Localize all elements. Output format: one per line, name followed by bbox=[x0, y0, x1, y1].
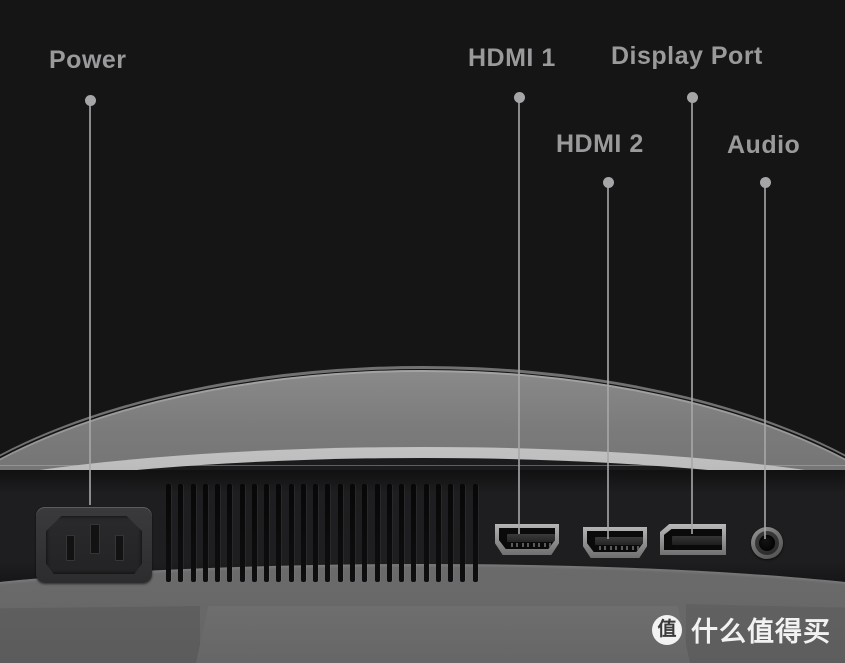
callout-label-hdmi-2: HDMI 2 bbox=[556, 130, 644, 158]
stand-neck bbox=[196, 606, 690, 663]
vent-slat bbox=[460, 484, 466, 582]
vent-slat bbox=[215, 484, 221, 582]
vent-slat bbox=[435, 484, 441, 582]
displayport-port bbox=[660, 524, 726, 555]
hdmi-1-opening bbox=[499, 528, 555, 549]
displayport-opening bbox=[664, 529, 722, 550]
vent-slat bbox=[178, 484, 184, 582]
vent-slat bbox=[399, 484, 405, 582]
power-pin-right bbox=[115, 535, 124, 561]
vent-slat bbox=[166, 484, 171, 582]
hdmi-1-port bbox=[495, 524, 559, 555]
vent-slat bbox=[374, 484, 380, 582]
vent-slat bbox=[300, 484, 306, 582]
vent-slat bbox=[337, 484, 343, 582]
hdmi-2-opening bbox=[587, 531, 643, 552]
power-pin-left bbox=[66, 535, 75, 561]
vent-slat bbox=[190, 484, 196, 582]
watermark-text: 什么值得买 bbox=[691, 617, 831, 648]
vent-slat bbox=[288, 484, 294, 582]
callout-line-hdmi-2 bbox=[607, 187, 609, 539]
hdmi-2-port bbox=[583, 527, 647, 558]
vent-slat bbox=[362, 484, 368, 582]
ventilation-grille bbox=[166, 484, 478, 582]
audio-jack-port bbox=[751, 527, 783, 559]
vent-slat bbox=[448, 484, 454, 582]
callout-label-display-port: Display Port bbox=[611, 42, 763, 70]
product-photo-callout-diagram: Power HDMI 1 HDMI 2 Display Port Audio 值… bbox=[0, 0, 845, 663]
callout-label-power: Power bbox=[49, 46, 127, 74]
callout-line-audio bbox=[764, 187, 766, 539]
audio-jack-hole bbox=[759, 535, 775, 551]
vent-slat bbox=[264, 484, 270, 582]
callout-line-power bbox=[89, 105, 91, 505]
hdmi-2-tongue bbox=[595, 537, 643, 545]
vent-slat bbox=[472, 484, 478, 582]
vent-slat bbox=[349, 484, 355, 582]
vent-slat bbox=[276, 484, 282, 582]
image-seam-line bbox=[0, 465, 845, 466]
vent-slat bbox=[227, 484, 233, 582]
vent-slat bbox=[386, 484, 392, 582]
stand-left-wing bbox=[0, 606, 200, 663]
power-pin-center bbox=[90, 524, 100, 554]
vent-slat bbox=[251, 484, 257, 582]
callout-label-audio: Audio bbox=[727, 131, 801, 159]
power-socket bbox=[36, 507, 152, 583]
vent-slat bbox=[313, 484, 319, 582]
hdmi-1-tongue bbox=[507, 534, 555, 542]
callout-label-hdmi-1: HDMI 1 bbox=[468, 44, 556, 72]
hdmi-1-pins bbox=[511, 543, 551, 547]
watermark-badge-icon: 值 bbox=[652, 614, 682, 645]
displayport-tongue bbox=[672, 536, 722, 545]
vent-slat bbox=[411, 484, 417, 582]
vent-slat bbox=[202, 484, 208, 582]
vent-slat bbox=[239, 484, 245, 582]
vent-slat bbox=[423, 484, 429, 582]
callout-line-display-port bbox=[691, 102, 693, 534]
hdmi-2-pins bbox=[599, 546, 639, 550]
callout-line-hdmi-1 bbox=[518, 102, 520, 534]
vent-slat bbox=[325, 484, 331, 582]
watermark: 值 什么值得买 bbox=[652, 610, 831, 649]
